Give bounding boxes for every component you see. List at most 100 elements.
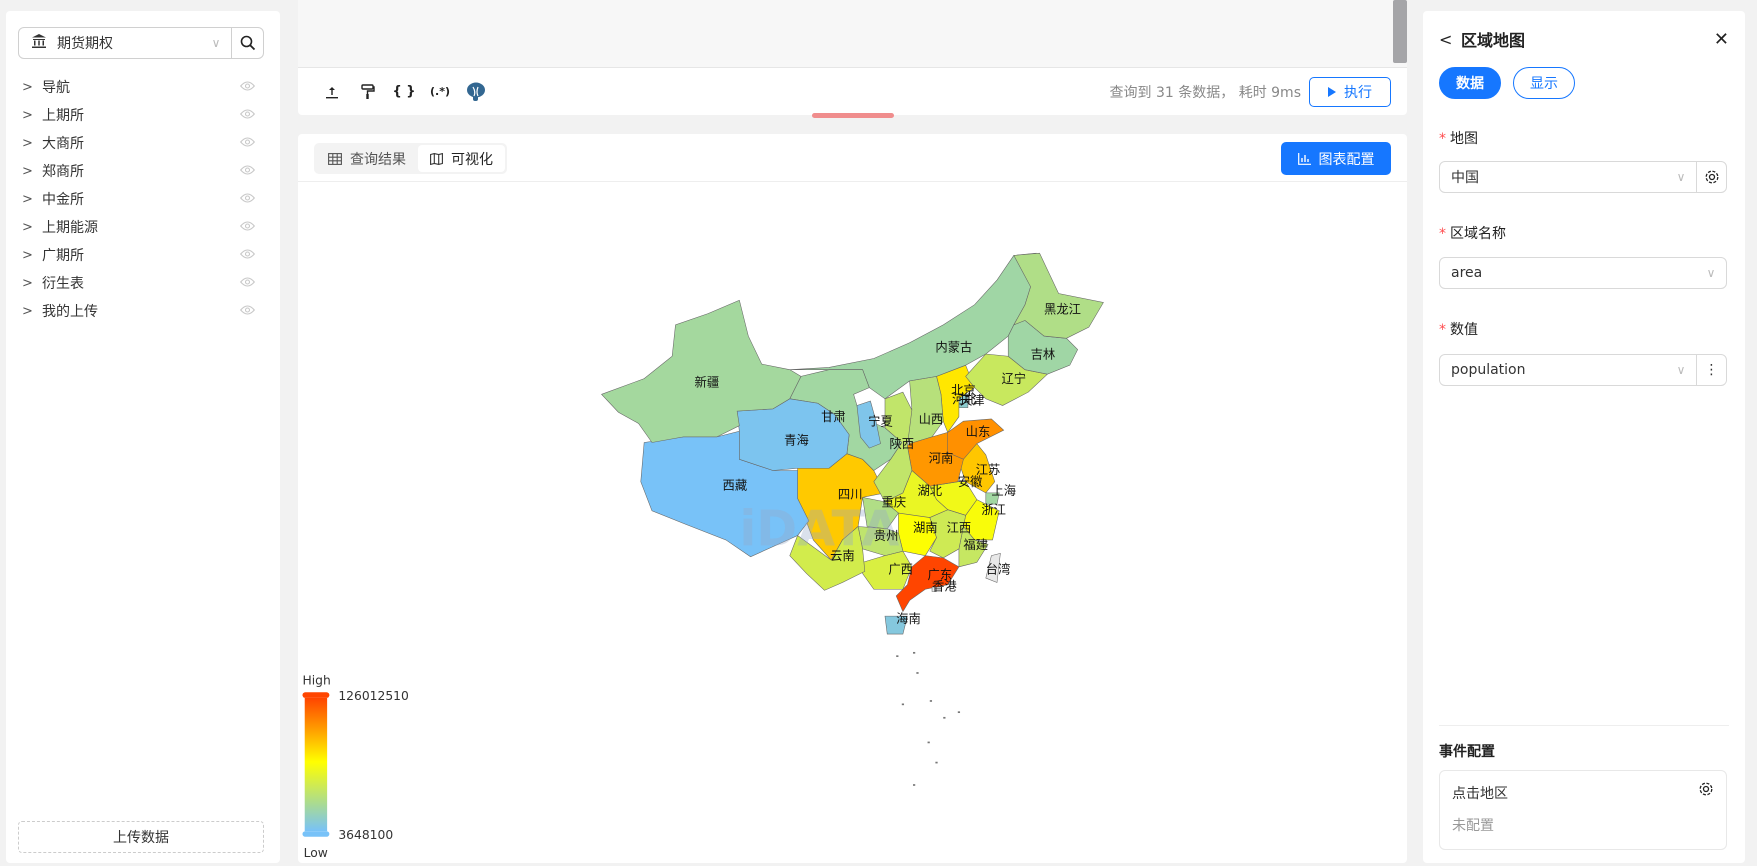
tab-label: 查询结果 — [350, 151, 406, 168]
chevron-right-icon[interactable]: > — [18, 248, 42, 263]
region-label: 江西 — [947, 521, 972, 535]
value-select[interactable]: population ∨ ⋮ — [1439, 354, 1727, 386]
postgresql-icon[interactable] — [458, 78, 494, 106]
island-mark — [912, 651, 916, 654]
chevron-right-icon[interactable]: > — [18, 192, 42, 207]
braces-icon[interactable]: { } — [386, 78, 422, 106]
paint-roller-icon[interactable] — [350, 78, 386, 106]
map-select[interactable]: 中国 ∨ — [1439, 161, 1727, 193]
value-field-label: * 数值 — [1439, 322, 1478, 338]
island-mark — [929, 700, 933, 702]
eye-icon[interactable] — [239, 135, 264, 151]
region-label: 吉林 — [1031, 347, 1056, 361]
eye-icon[interactable] — [239, 79, 264, 95]
search-icon — [240, 35, 255, 51]
region-label: 新疆 — [695, 374, 720, 389]
eye-icon[interactable] — [239, 107, 264, 123]
tree-item[interactable]: > 导航 — [18, 73, 264, 101]
region-label: 河南 — [929, 451, 954, 466]
query-status: 查询到 31 条数据， 耗时 9ms — [1109, 84, 1301, 101]
tree-item[interactable]: > 大商所 — [18, 129, 264, 157]
tree-item-label: 中金所 — [42, 192, 84, 208]
tree-list: > 导航 > 上期所 > 大商所 > 郑商所 > 中金所 > 上期能源 > 广期所 > 衍生表 > 我的上传 — [18, 73, 264, 325]
region-label: 上海 — [991, 483, 1016, 498]
eye-icon[interactable] — [239, 275, 264, 291]
page-scrollbar[interactable] — [1745, 0, 1757, 866]
tree-item-label: 我的上传 — [42, 304, 98, 320]
tree-item-label: 广期所 — [42, 248, 84, 264]
island-mark — [935, 761, 938, 764]
region-label: 重庆 — [882, 495, 907, 509]
tree-item-label: 大商所 — [42, 136, 84, 152]
region-label: 福建 — [963, 537, 988, 552]
legend-high-label: High — [302, 673, 330, 687]
run-button[interactable]: 执行 — [1309, 76, 1391, 107]
island-mark — [943, 716, 946, 719]
region-label: 青海 — [784, 433, 809, 448]
legend-low-handle[interactable] — [302, 831, 330, 837]
search-button[interactable] — [231, 28, 263, 58]
sql-editor[interactable] — [298, 0, 1407, 67]
chevron-right-icon[interactable]: > — [18, 108, 42, 123]
chevron-right-icon[interactable]: > — [18, 304, 42, 319]
tree-item[interactable]: > 广期所 — [18, 241, 264, 269]
upload-data-button[interactable]: 上传数据 — [18, 821, 264, 853]
table-icon — [328, 152, 342, 165]
tree-item[interactable]: > 中金所 — [18, 185, 264, 213]
chevron-right-icon[interactable]: > — [18, 276, 42, 291]
tab-data[interactable]: 数据 — [1439, 67, 1501, 99]
eye-icon[interactable] — [239, 219, 264, 235]
chevron-right-icon[interactable]: > — [18, 164, 42, 179]
gear-icon[interactable] — [1698, 781, 1714, 801]
editor-scrollbar[interactable] — [1393, 0, 1407, 63]
close-icon[interactable]: ✕ — [1714, 29, 1729, 50]
region-label: 山东 — [966, 425, 991, 439]
regex-icon[interactable]: (.*) — [422, 78, 458, 106]
region-label: 广西 — [888, 563, 913, 577]
tab-visualization[interactable]: 可视化 — [418, 145, 505, 172]
tree-item[interactable]: > 郑商所 — [18, 157, 264, 185]
legend-max-value: 126012510 — [338, 689, 409, 703]
tab-query-result[interactable]: 查询结果 — [316, 145, 418, 172]
eye-icon[interactable] — [239, 163, 264, 179]
eye-icon[interactable] — [239, 191, 264, 207]
tree-item-label: 郑商所 — [42, 164, 84, 180]
gear-icon[interactable] — [1696, 162, 1726, 192]
back-icon[interactable]: < — [1439, 30, 1461, 49]
chevron-right-icon[interactable]: > — [18, 220, 42, 235]
sidebar: 期货期权 ∨ > 导航 > 上期所 > 大商所 > 郑商所 > 中金所 > 上期能源 > 广期所 > 衍生表 >… — [6, 11, 280, 863]
config-label: 图表配置 — [1318, 151, 1375, 168]
eye-icon[interactable] — [239, 303, 264, 319]
chevron-right-icon[interactable]: > — [18, 80, 42, 95]
chart-config-button[interactable]: 图表配置 — [1281, 142, 1391, 175]
tree-item[interactable]: > 衍生表 — [18, 269, 264, 297]
region-label: 宁夏 — [868, 414, 893, 429]
run-label: 执行 — [1344, 84, 1372, 101]
region-label: 海南 — [896, 611, 921, 626]
tree-item-label: 上期能源 — [42, 220, 98, 236]
bar-chart-icon — [1297, 152, 1311, 165]
tab-display[interactable]: 显示 — [1513, 67, 1575, 99]
island-mark — [912, 784, 916, 786]
resize-handle[interactable] — [812, 113, 894, 118]
region-label: 陕西 — [889, 436, 914, 451]
result-tabs: 查询结果 可视化 — [314, 143, 507, 174]
tree-item[interactable]: > 上期所 — [18, 101, 264, 129]
tree-item[interactable]: > 我的上传 — [18, 297, 264, 325]
divider — [1439, 725, 1729, 726]
region-label: 辽宁 — [1001, 371, 1026, 386]
region-label: 浙江 — [981, 502, 1006, 517]
eye-icon[interactable] — [239, 247, 264, 263]
category-select[interactable]: 期货期权 ∨ — [18, 27, 264, 59]
chevron-right-icon[interactable]: > — [18, 136, 42, 151]
legend-high-handle[interactable] — [302, 692, 330, 698]
region-label: 四川 — [838, 488, 863, 502]
region-name-select[interactable]: area ∨ — [1439, 257, 1727, 289]
more-icon[interactable]: ⋮ — [1696, 355, 1726, 385]
tree-item[interactable]: > 上期能源 — [18, 213, 264, 241]
map-field-label: * 地图 — [1439, 131, 1478, 147]
region-label: 河北 — [952, 392, 977, 406]
upload-icon[interactable] — [314, 78, 350, 106]
event-item: 点击地区 未配置 — [1439, 770, 1727, 850]
category-value: 期货期权 — [57, 36, 113, 52]
